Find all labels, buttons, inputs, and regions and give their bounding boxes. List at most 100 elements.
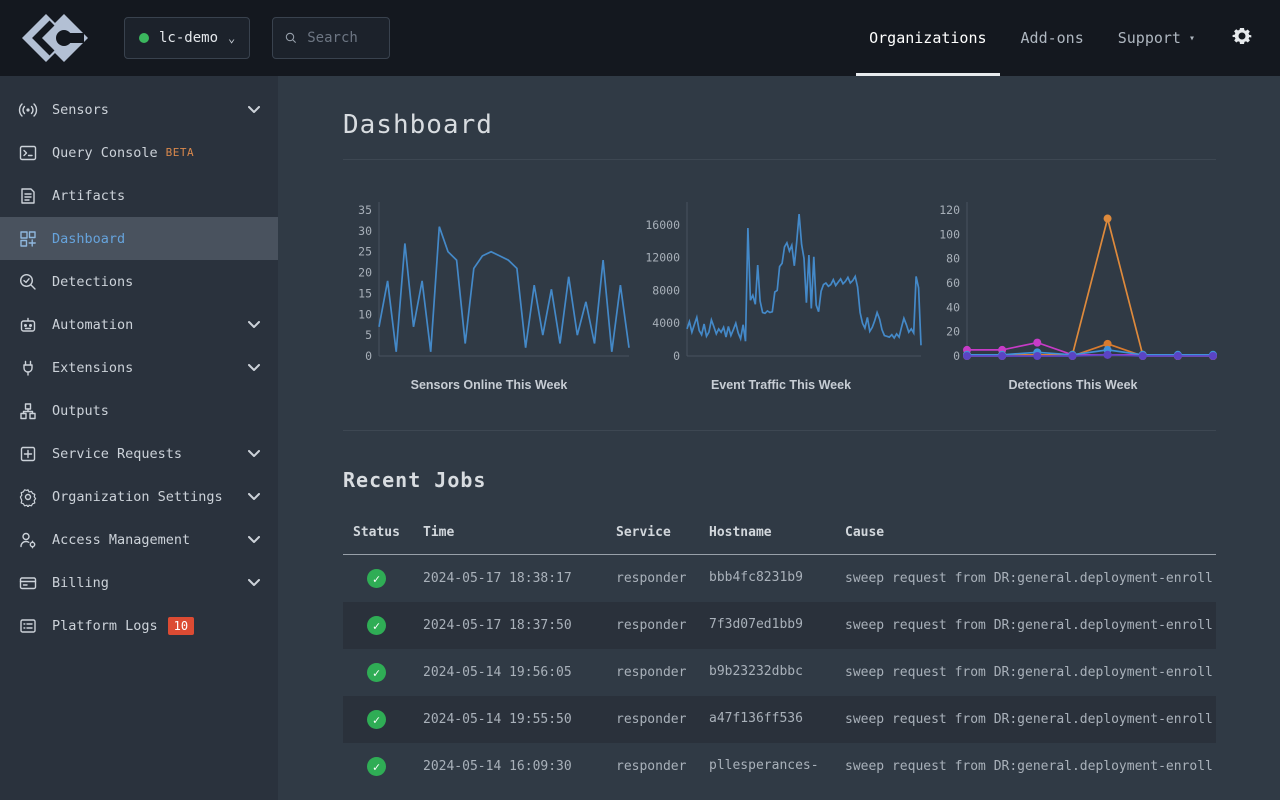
sensors-online-chart: 05101520253035 Sensors Online This Week [343,196,635,392]
svg-text:80: 80 [946,252,960,266]
chart-caption: Sensors Online This Week [343,378,635,392]
job-time: 2024-05-17 18:38:17 [423,571,616,586]
table-row[interactable]: ✓2024-05-17 18:38:17responderbbb4fc8231b… [343,555,1216,602]
job-status-cell: ✓ [353,757,423,776]
table-row[interactable]: ✓2024-05-14 19:56:05responderb9b23232dbb… [343,649,1216,696]
table-row[interactable]: ✓2024-05-14 19:55:50respondera47f136ff53… [343,696,1216,743]
job-hostname: 7f3d07ed1bb9 [709,618,845,633]
plug-icon [18,358,38,378]
user-gear-icon [18,530,38,550]
nav-support-label: Support [1118,29,1181,47]
svg-text:25: 25 [358,245,372,259]
sidebar-item-automation[interactable]: Automation [0,303,278,346]
job-hostname: bbb4fc8231b9 [709,571,845,586]
search-icon [285,29,297,47]
organization-selector[interactable]: lc-demo ⌄ [124,17,250,59]
nav-add-ons[interactable]: Add-ons [1004,0,1101,76]
sidebar-item-label: Artifacts [52,188,125,204]
job-time: 2024-05-17 18:37:50 [423,618,616,633]
svg-text:40: 40 [946,300,960,314]
job-status-cell: ✓ [353,663,423,682]
job-hostname: pllesperances- [709,759,845,774]
sidebar-item-detections[interactable]: Detections [0,260,278,303]
column-header-time: Time [423,525,616,540]
sidebar-item-sensors[interactable]: Sensors [0,88,278,131]
sidebar-item-access-management[interactable]: Access Management [0,518,278,561]
settings-gear-icon[interactable] [1230,24,1254,52]
job-cause: sweep request from DR:general.deployment… [845,618,1216,633]
column-header-status: Status [353,525,423,540]
sidebar-item-label: Dashboard [52,231,125,247]
job-time: 2024-05-14 19:55:50 [423,712,616,727]
chevron-down-icon[interactable] [248,317,260,333]
org-status-dot-icon [139,33,149,43]
success-check-icon: ✓ [367,757,386,776]
broadcast-icon [18,100,38,120]
job-hostname: a47f136ff536 [709,712,845,727]
sidebar-item-label: Sensors [52,102,109,118]
sidebar-item-extensions[interactable]: Extensions [0,346,278,389]
nav-organizations[interactable]: Organizations [852,0,1003,76]
svg-text:16000: 16000 [645,218,680,232]
search-input[interactable] [307,30,377,46]
sensors-online-chart-plot: 05101520253035 [343,196,635,372]
chevron-down-icon[interactable] [248,446,260,462]
success-check-icon: ✓ [367,616,386,635]
svg-text:10: 10 [358,307,372,321]
svg-text:15: 15 [358,286,372,300]
chevron-down-icon[interactable] [248,575,260,591]
document-icon [18,186,38,206]
divider [343,430,1216,431]
sidebar-item-label: Outputs [52,403,109,419]
job-service: responder [616,571,709,586]
job-status-cell: ✓ [353,569,423,588]
chart-caption: Event Traffic This Week [635,378,927,392]
page-title: Dashboard [343,110,1216,140]
column-header-service: Service [616,525,709,540]
chevron-down-icon[interactable] [248,360,260,376]
svg-text:0: 0 [365,349,372,363]
top-bar: lc-demo ⌄ Organizations Add-ons Support … [0,0,1280,76]
job-time: 2024-05-14 19:56:05 [423,665,616,680]
jobs-table-header: Status Time Service Hostname Cause [343,519,1216,554]
sidebar-item-service-requests[interactable]: Service Requests [0,432,278,475]
charts-row: 05101520253035 Sensors Online This Week … [343,196,1216,392]
credit-card-icon [18,573,38,593]
sidebar-item-artifacts[interactable]: Artifacts [0,174,278,217]
chevron-down-icon[interactable] [248,532,260,548]
sidebar-item-platform-logs[interactable]: Platform Logs 10 [0,604,278,647]
svg-text:100: 100 [939,227,960,241]
svg-text:8000: 8000 [652,283,680,297]
job-service: responder [616,618,709,633]
sidebar-item-organization-settings[interactable]: Organization Settings [0,475,278,518]
sidebar-item-label: Extensions [52,360,133,376]
global-search[interactable] [272,17,390,59]
sidebar-item-dashboard[interactable]: Dashboard [0,217,278,260]
svg-text:30: 30 [358,224,372,238]
success-check-icon: ✓ [367,663,386,682]
job-cause: sweep request from DR:general.deployment… [845,665,1216,680]
platform-logs-count-badge: 10 [168,617,194,635]
sidebar-item-query-console[interactable]: Query Console BETA [0,131,278,174]
chart-caption: Detections This Week [927,378,1219,392]
table-row[interactable]: ✓2024-05-14 16:09:30responderpllesperanc… [343,743,1216,790]
svg-text:20: 20 [946,325,960,339]
sidebar-item-label: Access Management [52,532,190,548]
sidebar-item-label: Detections [52,274,133,290]
nav-add-ons-label: Add-ons [1021,29,1084,47]
jobs-table-body: ✓2024-05-17 18:38:17responderbbb4fc8231b… [343,555,1216,790]
sidebar: Sensors Query Console BETA Artifacts [0,76,278,800]
table-row[interactable]: ✓ 2024-05-17 18:37:50responder7f3d07ed1bb… [343,602,1216,649]
svg-text:12000: 12000 [645,251,680,265]
chevron-down-icon[interactable] [248,102,260,118]
sidebar-item-label: Platform Logs [52,618,158,634]
sidebar-item-billing[interactable]: Billing [0,561,278,604]
nav-support[interactable]: Support ▾ [1101,0,1212,76]
sidebar-item-label: Query Console [52,145,158,161]
sidebar-item-label: Organization Settings [52,489,223,505]
svg-text:5: 5 [365,328,372,342]
dashboard-grid-icon [18,229,38,249]
chevron-down-icon[interactable] [248,489,260,505]
plus-square-icon [18,444,38,464]
sidebar-item-outputs[interactable]: Outputs [0,389,278,432]
